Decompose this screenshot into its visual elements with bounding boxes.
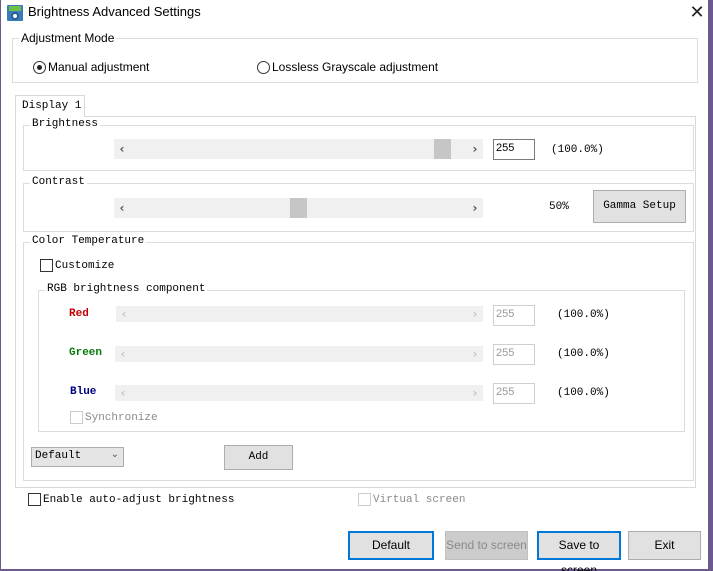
green-label: Green <box>69 347 103 359</box>
window-title: Brightness Advanced Settings <box>28 4 201 19</box>
scroll-left-icon[interactable]: ‹ <box>114 139 130 159</box>
scroll-right-icon[interactable]: › <box>467 306 483 322</box>
blue-label: Blue <box>70 386 97 398</box>
app-icon <box>7 5 23 21</box>
contrast-value: 50% <box>549 201 569 213</box>
virtual-screen-label: Virtual screen <box>373 493 466 506</box>
radio-label: Lossless Grayscale adjustment <box>272 60 439 74</box>
green-percent: (100.0%) <box>557 348 610 360</box>
brightness-percent: (100.0%) <box>551 144 604 156</box>
radio-unselected-icon <box>257 60 270 74</box>
red-percent: (100.0%) <box>557 309 610 321</box>
green-value-input[interactable]: 255 <box>493 344 535 365</box>
radio-manual-adjustment[interactable]: Manual adjustment <box>33 60 149 74</box>
scroll-left-icon[interactable]: ‹ <box>114 198 130 218</box>
radio-selected-icon <box>33 60 46 74</box>
brightness-legend: Brightness <box>30 118 101 130</box>
slider-thumb[interactable] <box>290 198 307 218</box>
gamma-setup-button[interactable]: Gamma Setup <box>593 190 686 223</box>
checkbox-icon <box>28 493 41 506</box>
contrast-legend: Contrast <box>30 176 87 188</box>
contrast-slider[interactable]: ‹ › <box>114 198 483 218</box>
blue-percent: (100.0%) <box>557 387 610 399</box>
customize-label: Customize <box>55 259 115 272</box>
brightness-value-input[interactable]: 255 <box>493 139 535 160</box>
scroll-left-icon[interactable]: ‹ <box>115 385 131 401</box>
virtual-screen-checkbox[interactable]: Virtual screen <box>358 493 465 506</box>
default-button[interactable]: Default <box>348 531 434 560</box>
scroll-right-icon[interactable]: › <box>467 139 483 159</box>
radio-lossless-grayscale[interactable]: Lossless Grayscale adjustment <box>257 60 438 74</box>
chevron-down-icon: ⌄ <box>110 449 119 460</box>
scroll-left-icon[interactable]: ‹ <box>116 306 132 322</box>
adjustment-mode-legend: Adjustment Mode <box>19 31 117 45</box>
tab-display-1[interactable]: Display 1 <box>15 95 85 117</box>
green-slider[interactable]: ‹ › <box>115 346 483 362</box>
checkbox-icon <box>40 259 53 272</box>
auto-adjust-brightness-checkbox[interactable]: Enable auto-adjust brightness <box>28 493 234 506</box>
customize-checkbox[interactable]: Customize <box>40 259 114 272</box>
exit-button[interactable]: Exit <box>628 531 701 560</box>
scroll-right-icon[interactable]: › <box>467 198 483 218</box>
send-to-screen-button[interactable]: Send to screen <box>445 531 528 560</box>
scroll-right-icon[interactable]: › <box>467 385 483 401</box>
scroll-left-icon[interactable]: ‹ <box>115 346 131 362</box>
rgb-legend: RGB brightness component <box>45 283 208 295</box>
slider-thumb[interactable] <box>434 139 451 159</box>
red-label: Red <box>69 308 89 320</box>
red-slider[interactable]: ‹ › <box>116 306 483 322</box>
radio-label: Manual adjustment <box>48 60 150 74</box>
save-to-screen-button[interactable]: Save to screen <box>537 531 621 571</box>
preset-select[interactable]: Default ⌄ <box>31 447 124 467</box>
close-icon[interactable]: ✕ <box>685 2 709 24</box>
auto-adjust-label: Enable auto-adjust brightness <box>43 493 235 506</box>
synchronize-checkbox[interactable]: Synchronize <box>70 411 158 424</box>
preset-select-value: Default <box>35 450 82 462</box>
dialog-window: Brightness Advanced Settings ✕ Adjustmen… <box>0 0 713 571</box>
checkbox-icon <box>70 411 83 424</box>
brightness-slider[interactable]: ‹ › <box>114 139 483 159</box>
scroll-right-icon[interactable]: › <box>467 346 483 362</box>
synchronize-label: Synchronize <box>85 411 158 424</box>
red-value-input[interactable]: 255 <box>493 305 535 326</box>
blue-value-input[interactable]: 255 <box>493 383 535 404</box>
blue-slider[interactable]: ‹ › <box>115 385 483 401</box>
color-temperature-legend: Color Temperature <box>30 235 147 247</box>
checkbox-icon <box>358 493 371 506</box>
add-button[interactable]: Add <box>224 445 293 470</box>
